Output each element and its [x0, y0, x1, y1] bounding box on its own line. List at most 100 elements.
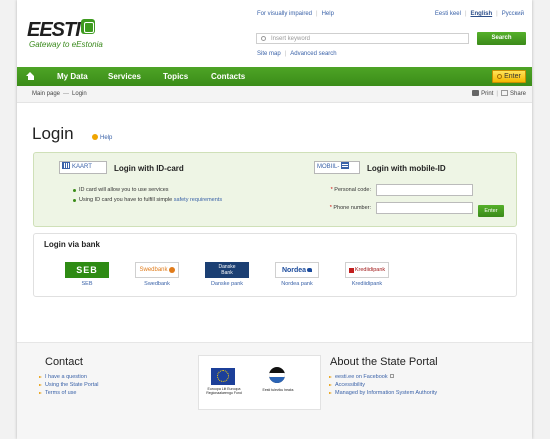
nav-my-data[interactable]: My Data [57, 72, 88, 81]
estonia-future-logo [269, 367, 285, 383]
login-panel: KAART Login with ID-card ID card will al… [33, 152, 517, 227]
language-switcher: Eesti keel | English | Русский [434, 11, 524, 17]
krediidipank-mark-icon [348, 267, 354, 273]
nordea-logo: Nordea [275, 262, 319, 278]
id-card-title[interactable]: Login with ID-card [114, 164, 184, 173]
breadcrumb-separator: — [63, 91, 70, 97]
contact-title: Contact [45, 356, 83, 368]
footer: Contact I have a question Using the Stat… [17, 342, 532, 439]
phone-number-label: * Phone number: [311, 205, 371, 211]
krediidipank-logo-text: Krediidipank [354, 267, 386, 273]
bank-krediidipank[interactable]: Krediidipank Krediidipank [344, 262, 390, 287]
swedbank-oak-icon [168, 267, 175, 273]
page: EESTI Gateway to eEstonia For visually i… [17, 0, 532, 439]
eu-flag-icon [211, 368, 235, 385]
required-mark: * [330, 187, 333, 193]
estonia-caption: Eesti tuleviku heaks [262, 388, 294, 392]
search-icon [261, 36, 266, 41]
id-card-bullet: Using ID card you have to fulfill simple… [73, 195, 222, 205]
advanced-search-link[interactable]: Advanced search [290, 51, 336, 57]
bank-name: Nordea pank [281, 281, 313, 287]
search-button[interactable]: Search [477, 32, 526, 45]
main-nav: My Data Services Topics Contacts Enter [17, 67, 532, 86]
swedbank-logo-text: Swedbank [139, 267, 168, 273]
id-card-badge-label: KAART [72, 164, 92, 170]
share-icon [500, 90, 508, 96]
phone-number-label-text: Phone number: [333, 205, 371, 211]
bank-swedbank[interactable]: Swedbank Swedbank [134, 262, 180, 287]
nordea-mark-icon [307, 268, 313, 272]
mobile-id-badge: MOBIIL- [314, 161, 360, 174]
id-card-bullet: ID card will allow you to use services [73, 185, 222, 195]
mobile-id-badge-label: MOBIIL- [317, 164, 340, 170]
terms-link[interactable]: Terms of use [39, 389, 99, 397]
print-icon [472, 90, 480, 96]
bank-danske[interactable]: Danske Bank Danske pank [204, 262, 250, 287]
bank-seb[interactable]: SEB SEB [64, 262, 110, 287]
page-tools: Print | Share [472, 90, 526, 97]
swedbank-logo: Swedbank [135, 262, 179, 278]
accessibility-link[interactable]: Accessibility [329, 381, 449, 389]
bank-name: SEB [81, 281, 93, 287]
logo-icon [80, 19, 95, 34]
krediidipank-logo: Krediidipank [345, 262, 389, 278]
user-icon [497, 74, 503, 79]
ria-link[interactable]: Managed by Information System Authority [329, 389, 449, 397]
phone-number-field[interactable] [376, 202, 473, 214]
required-mark: * [329, 205, 332, 211]
about-links: eesti.ee on Facebook Accessibility Manag… [329, 373, 449, 397]
id-card-badge: KAART [59, 161, 107, 174]
safety-requirements-link[interactable]: safety requirements [174, 197, 222, 203]
danske-logo: Danske Bank [205, 262, 249, 278]
lang-estonian[interactable]: Eesti keel [435, 11, 461, 17]
logo-wordmark: EESTI [27, 19, 81, 41]
site-logo[interactable]: EESTI [27, 19, 95, 42]
bank-name: Danske pank [210, 281, 244, 287]
share-link[interactable]: Share [510, 91, 526, 97]
id-card-bullet-text: Using ID card you have to fulfill simple [79, 197, 173, 203]
home-icon[interactable] [26, 72, 35, 81]
question-link[interactable]: I have a question [39, 373, 99, 381]
lang-english[interactable]: English [471, 11, 493, 17]
tagline: Gateway to eEstonia [29, 40, 103, 49]
id-card-info: ID card will allow you to use services U… [73, 185, 222, 205]
contact-links: I have a question Using the State Portal… [39, 373, 99, 397]
search-input[interactable]: Insert keyword [256, 33, 469, 44]
nav-topics[interactable]: Topics [163, 72, 188, 81]
bank-name: Swedbank [144, 281, 170, 287]
personal-code-label-text: Personal code: [334, 187, 371, 193]
bank-name: Krediidipank [351, 281, 383, 287]
about-title: About the State Portal [330, 356, 438, 368]
mobile-id-icon [341, 162, 350, 169]
personal-code-label: * Personal code: [311, 187, 371, 193]
personal-code-field[interactable] [376, 184, 473, 196]
help-link[interactable]: Help [322, 11, 334, 17]
danske-logo-line2: Bank [221, 270, 233, 276]
enter-button[interactable]: Enter [492, 70, 526, 83]
sponsor-logos: Euroopa Liit Euroopa Regionaalarengu Fon… [198, 355, 321, 410]
breadcrumb: Main page — Login [32, 91, 87, 97]
page-title: Login [32, 124, 74, 143]
nav-services[interactable]: Services [108, 72, 141, 81]
sitemap-link[interactable]: Site map [257, 51, 281, 57]
print-link[interactable]: Print [481, 91, 493, 97]
enter-label: Enter [504, 73, 521, 80]
nordea-logo-text: Nordea [281, 266, 307, 274]
breadcrumb-bar: Main page — Login Print | Share [17, 86, 532, 103]
external-link-icon [389, 374, 394, 378]
lang-russian[interactable]: Русский [502, 11, 524, 17]
page-help[interactable]: Help [92, 134, 112, 141]
visually-impaired-link[interactable]: For visually impaired [257, 11, 312, 17]
accessibility-links: For visually impaired | Help [257, 11, 334, 17]
page-help-label: Help [100, 135, 113, 141]
search-placeholder: Insert keyword [271, 36, 311, 42]
help-icon [92, 134, 98, 140]
using-portal-link[interactable]: Using the State Portal [39, 381, 99, 389]
bank-login-title: Login via bank [44, 240, 101, 249]
facebook-link[interactable]: eesti.ee on Facebook [329, 373, 449, 381]
nav-contacts[interactable]: Contacts [211, 72, 245, 81]
breadcrumb-home[interactable]: Main page [32, 91, 60, 97]
mobile-id-enter-button[interactable]: Enter [478, 205, 504, 217]
bank-nordea[interactable]: Nordea Nordea pank [274, 262, 320, 287]
facebook-link-text: eesti.ee on Facebook [335, 374, 388, 380]
